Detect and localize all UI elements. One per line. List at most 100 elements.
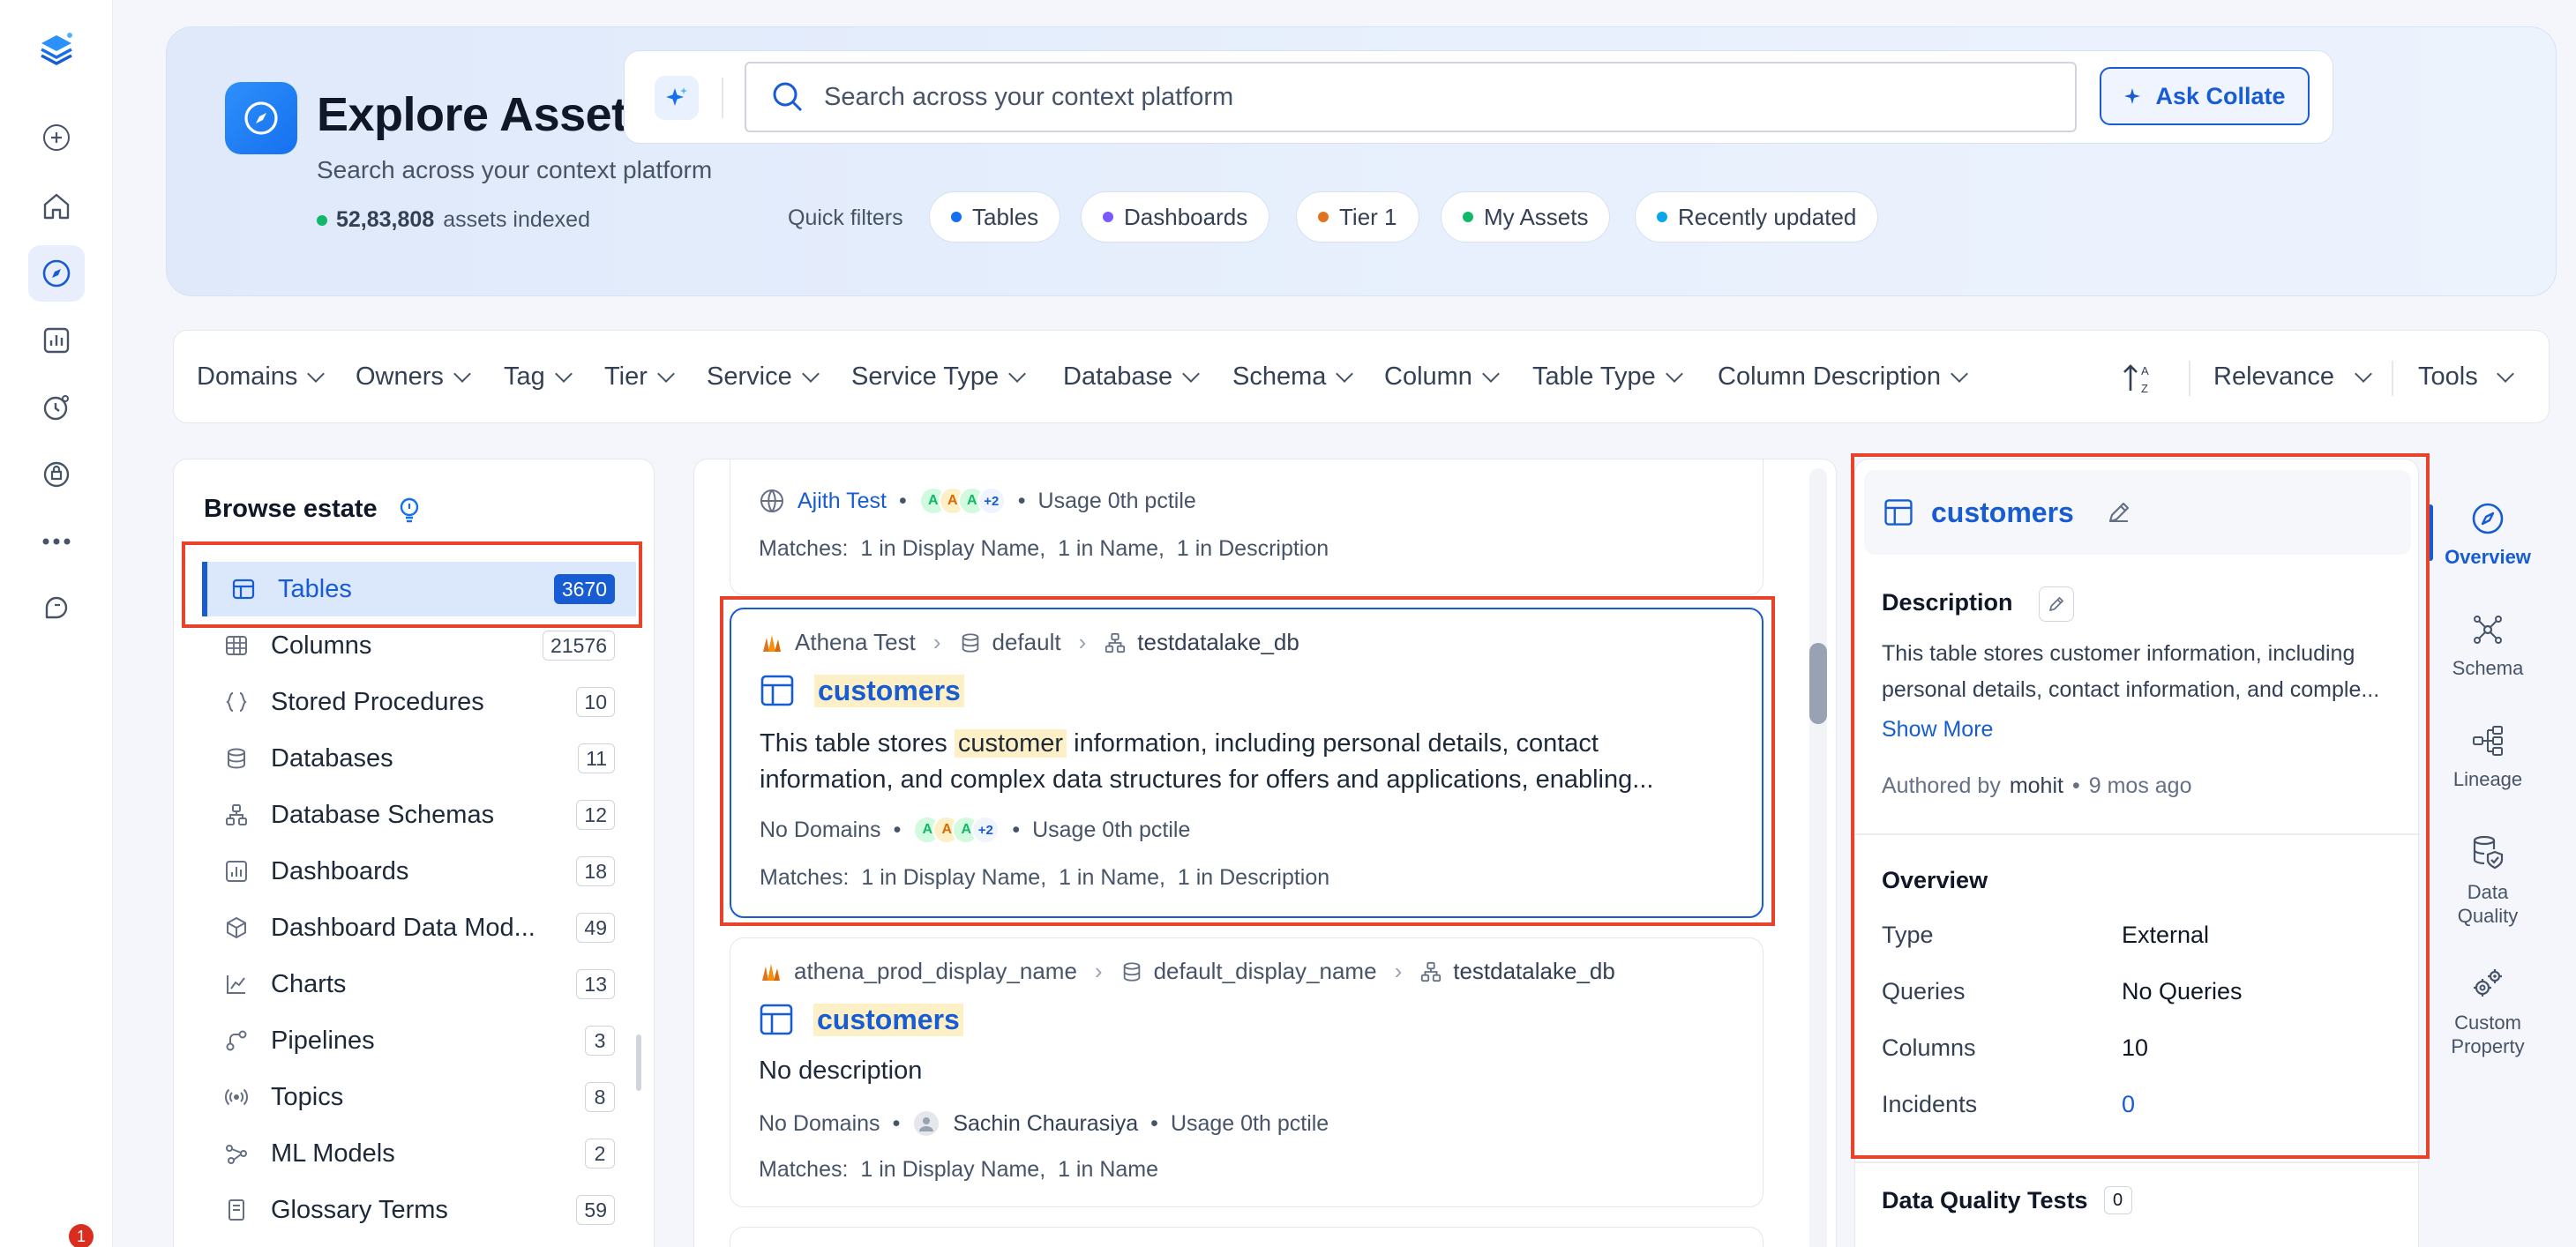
breadcrumb-database[interactable]: default xyxy=(992,629,1061,656)
results-scrollbar-track[interactable] xyxy=(1809,468,1827,1247)
matches-text: Matches: 1 in Display Name, 1 in Name, 1… xyxy=(759,536,1329,562)
chip-dot xyxy=(1318,212,1329,222)
filter-table-type[interactable]: Table Type xyxy=(1532,362,1683,392)
tab-lineage[interactable]: Lineage xyxy=(2435,723,2541,791)
browse-item-ml-models[interactable]: ML Models 2 xyxy=(202,1126,636,1181)
edit-pencil-icon[interactable] xyxy=(2104,497,2134,527)
filter-service-type[interactable]: Service Type xyxy=(851,362,1027,392)
browse-item-charts[interactable]: Charts 13 xyxy=(202,957,636,1012)
app-logo-icon[interactable] xyxy=(28,21,85,78)
owner-avatars[interactable]: A A A +2 xyxy=(913,816,1000,844)
help-chat-icon[interactable] xyxy=(28,580,85,637)
more-options-icon[interactable] xyxy=(28,513,85,570)
quick-filter-recently-updated[interactable]: Recently updated xyxy=(1635,191,1879,243)
show-more-link[interactable]: Show More xyxy=(1882,717,1993,743)
browse-item-stored-procedures[interactable]: Stored Procedures 10 xyxy=(202,675,636,729)
filter-domains[interactable]: Domains xyxy=(197,362,326,392)
tab-label: Lineage xyxy=(2452,768,2523,790)
browse-scrollbar[interactable] xyxy=(636,1034,641,1091)
add-icon[interactable] xyxy=(28,109,85,166)
browse-item-database-schemas[interactable]: Database Schemas 12 xyxy=(202,788,636,842)
author-name[interactable]: mohit xyxy=(2010,773,2063,799)
detail-title[interactable]: customers xyxy=(1931,497,2074,529)
filter-tier[interactable]: Tier xyxy=(604,362,675,392)
filter-schema[interactable]: Schema xyxy=(1232,362,1354,392)
schema-hierarchy-icon xyxy=(223,803,250,827)
owner-avatars[interactable]: A A A +2 xyxy=(918,487,1006,515)
browse-item-columns[interactable]: Columns 21576 xyxy=(202,618,636,673)
insights-chart-icon[interactable] xyxy=(28,312,85,369)
database-icon xyxy=(1123,961,1140,982)
filter-database[interactable]: Database xyxy=(1063,362,1201,392)
tools-dropdown[interactable]: Tools xyxy=(2418,362,2514,392)
browse-item-dashboard-data-models[interactable]: Dashboard Data Mod... 49 xyxy=(202,900,636,955)
browse-item-topics[interactable]: Topics 8 xyxy=(202,1070,636,1124)
tab-schema[interactable]: Schema xyxy=(2435,612,2541,680)
filter-separator xyxy=(2392,361,2393,396)
result-card[interactable]: athena_prod_display_name › default_displ… xyxy=(730,937,1764,1207)
filter-column-description[interactable]: Column Description xyxy=(1718,362,1968,392)
browse-item-dashboards[interactable]: Dashboards 18 xyxy=(202,844,636,899)
overview-type-label: Type xyxy=(1882,922,1934,948)
match-display-name: 1 in Display Name, xyxy=(860,536,1046,561)
breadcrumb-schema[interactable]: testdatalake_db xyxy=(1137,629,1299,656)
description-label: Description xyxy=(1882,589,2013,616)
result-name[interactable]: customers xyxy=(813,1003,963,1036)
browse-item-glossary-terms[interactable]: Glossary Terms 59 xyxy=(202,1183,636,1237)
ask-collate-button[interactable]: Ask Collate xyxy=(2100,67,2310,125)
quick-filter-tier-1[interactable]: Tier 1 xyxy=(1296,191,1419,243)
svg-text:Z: Z xyxy=(2141,382,2148,395)
meta-dot: • xyxy=(1012,817,1021,842)
tab-data-quality[interactable]: Data Quality xyxy=(2435,833,2541,928)
explore-compass-icon[interactable] xyxy=(28,245,85,302)
lightbulb-icon[interactable] xyxy=(397,497,422,523)
tab-custom-property[interactable]: Custom Property xyxy=(2435,967,2541,1058)
filter-owners[interactable]: Owners xyxy=(356,362,471,392)
result-card[interactable]: Ajith Test • A A A +2 • Usage 0th pctile… xyxy=(730,459,1764,595)
search-box[interactable] xyxy=(745,62,2077,132)
meta-dot: • xyxy=(893,817,902,842)
overview-queries-label: Queries xyxy=(1882,978,1966,1004)
result-meta: No Domains • Sachin Chaurasiya • Usage 0… xyxy=(759,1109,1329,1138)
schema-hierarchy-icon xyxy=(1421,961,1442,982)
quick-filter-my-assets[interactable]: My Assets xyxy=(1441,191,1611,243)
sort-relevance-dropdown[interactable]: Relevance xyxy=(2213,362,2372,392)
quick-filter-dashboards[interactable]: Dashboards xyxy=(1081,191,1270,243)
browse-item-label: Pipelines xyxy=(271,1026,375,1055)
filter-column[interactable]: Column xyxy=(1384,362,1500,392)
browse-item-pipelines[interactable]: Pipelines 3 xyxy=(202,1013,636,1068)
breadcrumb-service[interactable]: Athena Test xyxy=(795,629,916,656)
filter-tag[interactable]: Tag xyxy=(504,362,573,392)
notification-badge[interactable]: 1 xyxy=(69,1224,94,1247)
cube-icon xyxy=(223,915,250,940)
edit-description-button[interactable] xyxy=(2039,586,2075,622)
browse-item-databases[interactable]: Databases 11 xyxy=(202,731,636,786)
governance-icon[interactable] xyxy=(28,446,85,503)
detail-divider xyxy=(1855,1161,2420,1163)
tab-overview[interactable]: Overview xyxy=(2435,501,2541,569)
result-title[interactable]: customers xyxy=(760,673,964,708)
breadcrumb-schema[interactable]: testdatalake_db xyxy=(1453,958,1615,985)
filter-service[interactable]: Service xyxy=(707,362,820,392)
home-icon[interactable] xyxy=(28,178,85,235)
browse-item-tables[interactable]: Tables 3670 xyxy=(202,562,636,616)
overview-incidents-value[interactable]: 0 xyxy=(2122,1091,2135,1118)
ai-sparkle-icon[interactable] xyxy=(655,76,699,120)
search-input[interactable] xyxy=(824,82,2059,112)
sort-direction-icon[interactable]: AZ xyxy=(2120,359,2159,398)
result-card[interactable] xyxy=(730,1227,1764,1247)
result-description: No description xyxy=(759,1057,923,1085)
result-name[interactable]: customers xyxy=(814,674,964,707)
owner-name[interactable]: Sachin Chaurasiya xyxy=(953,1111,1138,1137)
breadcrumb-database[interactable]: default_display_name xyxy=(1154,958,1377,985)
owner-link[interactable]: Ajith Test xyxy=(798,489,887,514)
browse-item-label: Topics xyxy=(271,1082,344,1111)
result-card-selected[interactable]: Athena Test › default › testdatalake_db … xyxy=(730,608,1764,918)
result-title[interactable]: customers xyxy=(759,1002,963,1037)
quick-filter-tables[interactable]: Tables xyxy=(929,191,1061,243)
breadcrumb-service[interactable]: athena_prod_display_name xyxy=(794,958,1077,985)
results-scrollbar-thumb[interactable] xyxy=(1809,643,1827,724)
observability-icon[interactable] xyxy=(28,379,85,436)
filter-label: Schema xyxy=(1232,362,1327,391)
dq-label: Data Quality Tests xyxy=(1882,1186,2088,1213)
